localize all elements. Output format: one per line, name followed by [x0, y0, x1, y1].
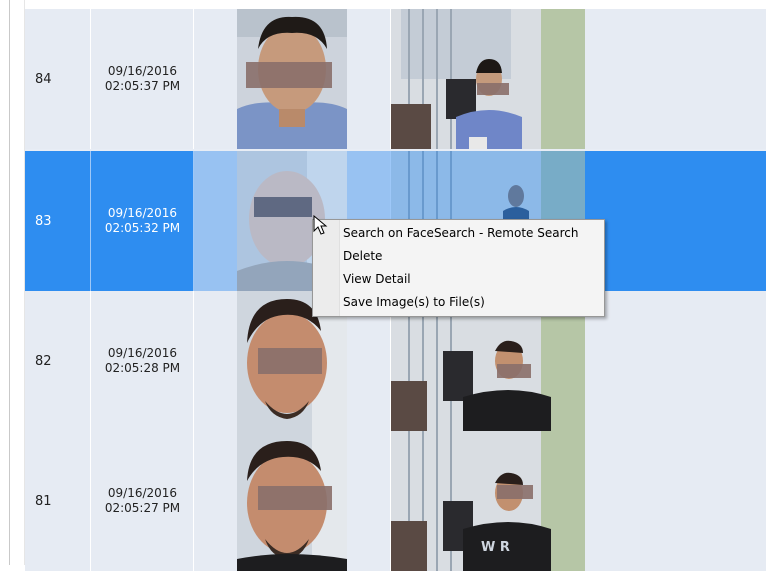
row-timestamp: 09/16/2016 02:05:27 PM: [92, 431, 193, 571]
column-separator: [90, 9, 91, 149]
privacy-blur: [246, 62, 332, 88]
row-date: 09/16/2016: [107, 486, 178, 500]
privacy-blur: [477, 83, 509, 95]
column-separator: [193, 9, 194, 149]
row-timestamp: 09/16/2016 02:05:37 PM: [92, 9, 193, 149]
mouse-cursor-icon: [313, 215, 328, 235]
column-separator: [193, 291, 194, 431]
menu-item-delete[interactable]: Delete: [343, 245, 382, 267]
privacy-blur: [254, 197, 312, 217]
table-row[interactable]: 84 09/16/2016 02:05:37 PM: [25, 9, 766, 149]
results-window: 84 09/16/2016 02:05:37 PM 83 09/16/2016 …: [0, 0, 766, 571]
scene-thumbnail[interactable]: W R: [391, 431, 585, 571]
privacy-blur: [497, 364, 531, 378]
row-time: 02:05:37 PM: [104, 79, 181, 93]
row-id: 82: [35, 353, 52, 369]
row-id: 84: [35, 71, 52, 87]
row-date: 09/16/2016: [107, 206, 178, 220]
privacy-blur: [258, 486, 332, 510]
row-date: 09/16/2016: [107, 346, 178, 360]
row-id: 81: [35, 493, 52, 509]
column-separator: [193, 151, 194, 291]
row-id: 83: [35, 213, 52, 229]
column-separator: [193, 431, 194, 571]
table-row[interactable]: 81 09/16/2016 02:05:27 PM W R: [25, 431, 766, 571]
column-separator: [90, 291, 91, 431]
left-border: [9, 0, 10, 565]
row-date: 09/16/2016: [107, 64, 178, 78]
menu-item-save-images[interactable]: Save Image(s) to File(s): [343, 291, 485, 313]
row-time: 02:05:27 PM: [104, 501, 181, 515]
menu-item-view-detail[interactable]: View Detail: [343, 268, 411, 290]
scene-thumbnail[interactable]: [391, 9, 585, 149]
row-time: 02:05:32 PM: [104, 221, 181, 235]
menu-item-search-facesearch[interactable]: Search on FaceSearch - Remote Search: [343, 222, 578, 244]
row-timestamp: 09/16/2016 02:05:32 PM: [92, 151, 193, 291]
privacy-blur: [497, 485, 533, 499]
column-separator: [90, 151, 91, 291]
privacy-blur: [258, 348, 322, 374]
column-separator: [90, 431, 91, 571]
context-menu: Search on FaceSearch - Remote Search Del…: [312, 219, 605, 317]
row-time: 02:05:28 PM: [104, 361, 181, 375]
svg-text:W R: W R: [481, 540, 510, 555]
row-timestamp: 09/16/2016 02:05:28 PM: [92, 291, 193, 431]
